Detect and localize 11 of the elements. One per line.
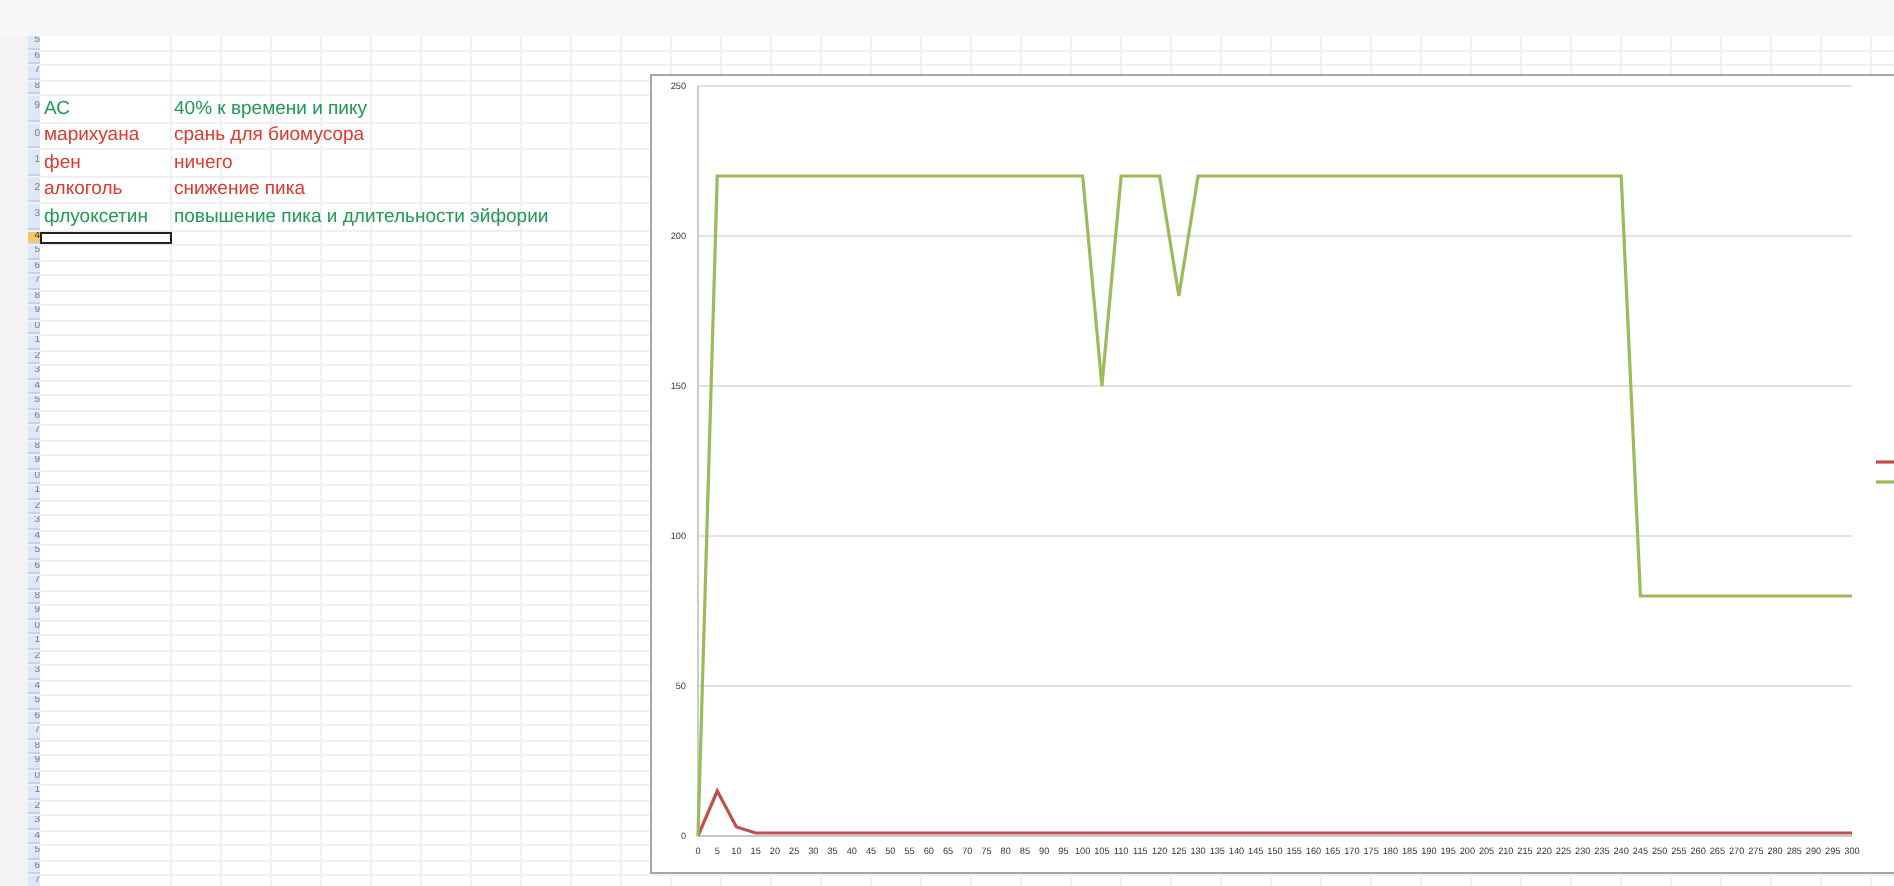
cell-text: фен [44,151,81,174]
cell-text: ничего [174,151,233,174]
active-cell[interactable] [40,231,172,244]
cell-text: снижение пика [174,178,306,201]
cell-text: срань для биомусора [174,124,365,147]
cell-text: алкоголь [44,178,123,201]
cell-text: флуоксетин [44,205,148,228]
cell-text: повышение пика и длительности эйфории [174,205,549,228]
cell-text: АС [44,97,70,120]
cell-text: марихуана [44,124,140,147]
cell-text: 40% к времени и пику [174,97,367,120]
